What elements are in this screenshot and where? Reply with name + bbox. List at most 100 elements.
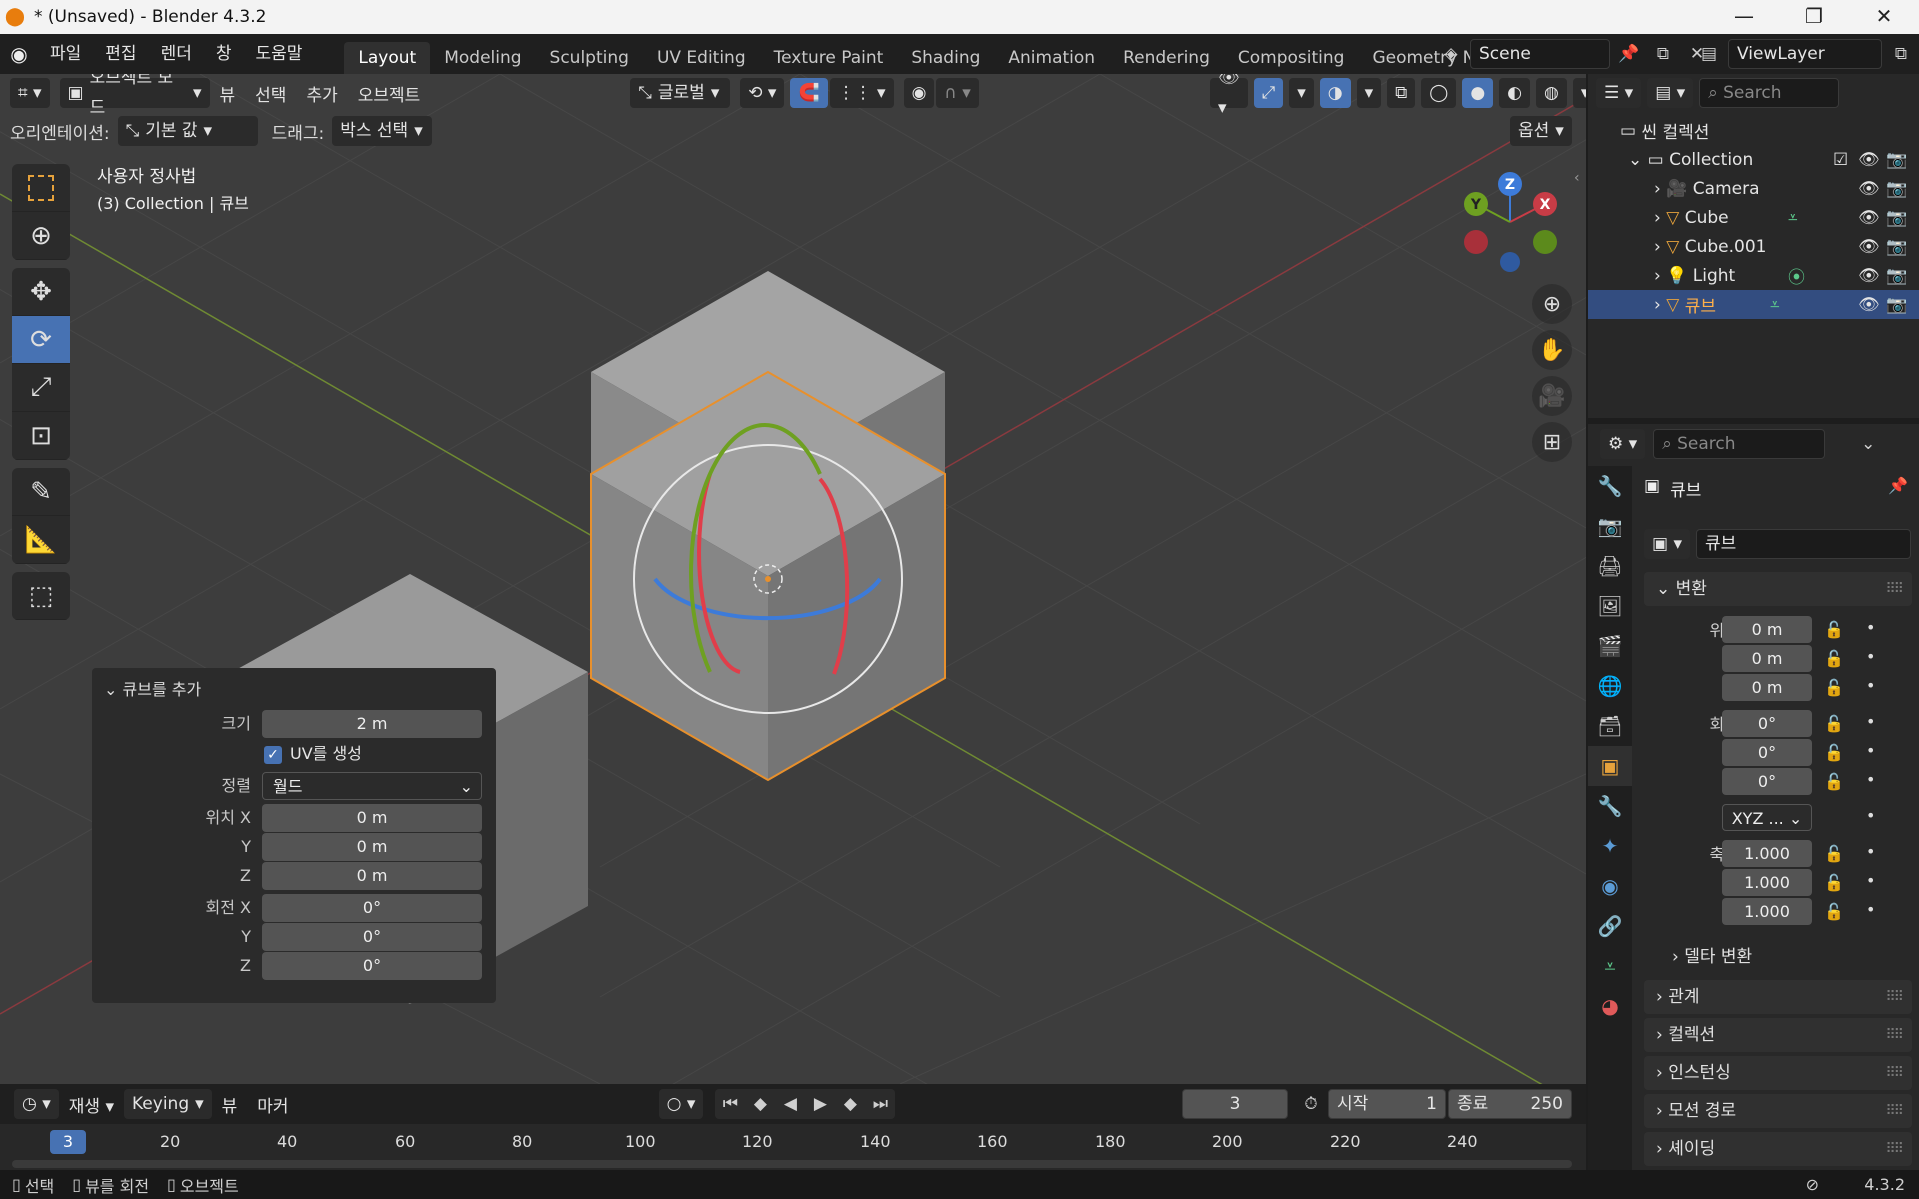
physics-tab-icon[interactable]: ◉ xyxy=(1588,866,1632,906)
outliner-search-input[interactable]: ⌕ Search xyxy=(1699,78,1840,108)
transform-tool[interactable]: ⊡ xyxy=(12,412,70,460)
options-dropdown[interactable]: 옵션 ▾ xyxy=(1510,116,1572,146)
menu-file[interactable]: 파일 xyxy=(38,34,93,74)
view-layer-tab-icon[interactable]: 🖼 xyxy=(1588,586,1632,626)
prop-scale-x-field[interactable]: 1.000 xyxy=(1722,840,1812,867)
keyframe-dot-icon[interactable]: • xyxy=(1866,900,1875,919)
scale-tool[interactable]: ⤢ xyxy=(12,364,70,412)
drag-handle-icon[interactable]: ⠿⠿ xyxy=(1885,1018,1903,1052)
rotation-x-field[interactable]: 0° xyxy=(262,894,482,922)
data-tab-icon[interactable]: ⩡ xyxy=(1588,946,1632,986)
menu-select[interactable]: 선택 xyxy=(245,81,296,106)
end-frame-field[interactable]: 종료 250 xyxy=(1448,1089,1572,1119)
location-z-field[interactable]: 0 m xyxy=(262,862,482,890)
prop-rotation-y-field[interactable]: 0° xyxy=(1722,739,1812,766)
drag-handle-icon[interactable]: ⠿⠿ xyxy=(1885,1056,1903,1090)
align-dropdown[interactable]: 월드 ⌄ xyxy=(262,772,482,800)
pan-hand-icon[interactable]: ✋ xyxy=(1532,330,1572,370)
zoom-icon[interactable]: ⊕ xyxy=(1532,284,1572,324)
properties-search-input[interactable]: ⌕ Search xyxy=(1653,429,1826,459)
lock-icon[interactable]: 🔓 xyxy=(1824,714,1844,733)
menu-window[interactable]: 창 xyxy=(204,34,244,74)
mode-dropdown[interactable]: ▣ 오브젝트 모드 ▾ xyxy=(59,74,210,118)
scene-selector-icon[interactable]: ◈ xyxy=(1436,39,1466,69)
keyframe-dot-icon[interactable]: • xyxy=(1866,647,1875,666)
overlay-dropdown[interactable]: ▾ xyxy=(1356,78,1382,108)
shading-solid-button[interactable]: ● xyxy=(1462,78,1494,108)
shading-wireframe-button[interactable]: ◯ xyxy=(1421,78,1457,108)
outliner-item-cube[interactable]: › ▽ Cube ⩡ 👁 📷 xyxy=(1588,203,1919,232)
tab-compositing[interactable]: Compositing xyxy=(1224,42,1359,74)
pin-icon[interactable]: 📌 xyxy=(1888,476,1908,495)
drag-handle-icon[interactable]: ⠿⠿ xyxy=(1885,980,1903,1014)
motion-paths-section-header[interactable]: › 모션 경로 ⠿⠿ xyxy=(1644,1094,1912,1128)
start-frame-field[interactable]: 시작 1 xyxy=(1328,1089,1446,1119)
display-mode-button[interactable]: ▤ ▾ xyxy=(1647,78,1694,108)
playback-menu[interactable]: 재생 ▾ xyxy=(59,1092,124,1117)
transform-orientation-dropdown[interactable]: ⤡ 글로벌 ▾ xyxy=(630,78,731,108)
outliner-editor-type-button[interactable]: ☰ ▾ xyxy=(1596,78,1642,108)
object-data-icon[interactable]: ▣ ▾ xyxy=(1644,529,1690,559)
auto-keying-button[interactable]: ○ ▾ xyxy=(658,1089,704,1119)
drag-dropdown[interactable]: 박스 선택 ▾ xyxy=(332,116,433,146)
view-layer-field[interactable]: ViewLayer xyxy=(1728,39,1882,69)
timeline-view-menu[interactable]: 뷰 xyxy=(212,1092,248,1117)
tab-shading[interactable]: Shading xyxy=(897,42,994,74)
pin-icon[interactable]: 📌 xyxy=(1614,39,1644,69)
rotation-mode-dropdown[interactable]: XYZ ... ⌄ xyxy=(1722,804,1812,831)
current-frame-field[interactable]: 3 xyxy=(1182,1089,1288,1119)
rotate-tool[interactable]: ⟳ xyxy=(12,316,70,364)
keyframe-dot-icon[interactable]: • xyxy=(1866,770,1875,789)
exclude-checkbox[interactable]: ☑ xyxy=(1833,150,1848,170)
gizmo-toggle-button[interactable]: ⤢ xyxy=(1253,78,1284,108)
shading-material-button[interactable]: ◐ xyxy=(1499,78,1530,108)
scene-tab-icon[interactable]: 🎬 xyxy=(1588,626,1632,666)
overlay-toggle-button[interactable]: ◑ xyxy=(1319,78,1351,108)
playhead[interactable]: 3 xyxy=(50,1130,86,1154)
location-x-field[interactable]: 0 m xyxy=(262,804,482,832)
lock-icon[interactable]: 🔓 xyxy=(1824,678,1844,697)
light-data-icon[interactable]: ⦿ xyxy=(1788,263,1805,288)
menu-help[interactable]: 도움말 xyxy=(243,34,314,74)
camera-render-icon[interactable]: 📷 xyxy=(1886,295,1907,315)
collection-row[interactable]: ⌄ ▭ Collection ☑ 👁 📷 xyxy=(1588,145,1919,174)
pivot-point-button[interactable]: ⟲ ▾ xyxy=(740,78,785,108)
next-keyframe-icon[interactable]: ◆ xyxy=(835,1089,865,1119)
collections-section-header[interactable]: › 컬렉션 ⠿⠿ xyxy=(1644,1018,1912,1052)
select-box-tool[interactable] xyxy=(12,164,70,212)
marker-menu[interactable]: 마커 xyxy=(247,1092,298,1117)
material-tab-icon[interactable]: ◕ xyxy=(1588,986,1632,1026)
prop-scale-z-field[interactable]: 1.000 xyxy=(1722,898,1812,925)
shading-dropdown[interactable]: ▾ xyxy=(1572,78,1586,108)
lock-icon[interactable]: 🔓 xyxy=(1824,620,1844,639)
eye-icon[interactable]: 👁 xyxy=(1858,266,1880,286)
annotate-tool[interactable]: ✎ xyxy=(12,468,70,516)
outliner-item-light[interactable]: › 💡 Light ⦿ 👁 📷 xyxy=(1588,261,1919,290)
eye-icon[interactable]: 👁 xyxy=(1858,237,1880,257)
lock-icon[interactable]: 🔓 xyxy=(1824,873,1844,892)
lock-icon[interactable]: 🔓 xyxy=(1824,844,1844,863)
delta-transform-subpanel[interactable]: › 델타 변환 xyxy=(1672,942,1752,967)
drag-handle-icon[interactable]: ⠿⠿ xyxy=(1885,1094,1903,1128)
keyframe-dot-icon[interactable]: • xyxy=(1866,618,1875,637)
camera-render-icon[interactable]: 📷 xyxy=(1886,208,1907,228)
3d-viewport[interactable]: Z X Y ⌗ ▾ ▣ 오브젝트 모드 ▾ 뷰 선택 추가 오브젝트 ⤡ 글로벌 ▾ ⟲… xyxy=(0,74,1586,1084)
camera-view-icon[interactable]: 🎥 xyxy=(1532,376,1572,416)
xray-toggle-button[interactable]: ⧉ xyxy=(1387,78,1416,108)
chevron-down-icon[interactable]: ⌄ xyxy=(1853,429,1883,459)
mesh-data-icon[interactable]: ⩡ xyxy=(1770,295,1780,315)
close-button[interactable]: ✕ xyxy=(1849,0,1919,34)
proportional-edit-button[interactable]: ◉ xyxy=(903,78,935,108)
drag-handle-icon[interactable]: ⠿⠿ xyxy=(1885,1132,1903,1166)
outliner-item-camera[interactable]: › 🎥 Camera 👁 📷 xyxy=(1588,174,1919,203)
snap-target-button[interactable]: ⋮⋮ ▾ xyxy=(829,78,894,108)
sidebar-toggle-icon[interactable]: ‹ xyxy=(1574,170,1580,186)
ortho-grid-icon[interactable]: ⊞ xyxy=(1532,422,1572,462)
visibility-button[interactable]: 👁 ▾ xyxy=(1210,74,1248,118)
location-y-field[interactable]: 0 m xyxy=(262,833,482,861)
falloff-button[interactable]: ∩ ▾ xyxy=(936,78,979,108)
collection-tab-icon[interactable]: 🗃 xyxy=(1588,706,1632,746)
orientation-dropdown[interactable]: ⤡ 기본 값 ▾ xyxy=(117,116,258,146)
eye-icon[interactable]: 👁 xyxy=(1858,150,1880,170)
render-tab-icon[interactable]: 📷 xyxy=(1588,506,1632,546)
